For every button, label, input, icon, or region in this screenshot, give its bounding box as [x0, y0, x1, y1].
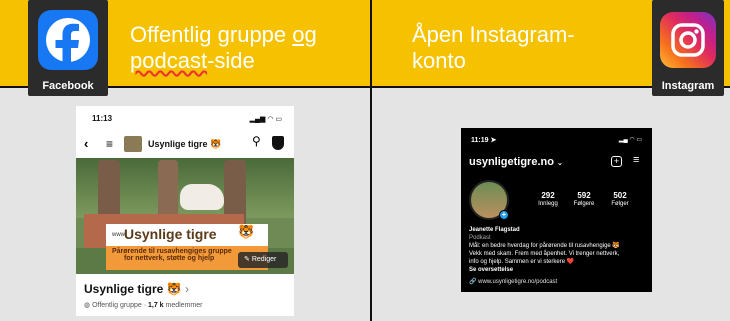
- left-title-line1: Offentlig gruppe: [130, 22, 293, 47]
- chevron-down-icon: ⌄: [557, 160, 563, 167]
- menu-icon[interactable]: ≡: [106, 137, 113, 151]
- ig-bio-line1: Mål: en bedre hverdag for pårørende til …: [469, 243, 620, 249]
- facebook-group-screenshot: 11:13 ▂▄▆ ◠ ▭ ‹ ≡ Usynlige tigre 🐯 ⚲ www…: [76, 106, 294, 316]
- edit-button[interactable]: ✎ Rediger: [238, 252, 288, 268]
- ig-link-text: www.usynligetigre.no/podcast: [478, 279, 558, 285]
- back-icon[interactable]: ‹: [84, 136, 88, 151]
- ig-display-name: Jeanette Flagstad: [469, 227, 520, 233]
- ig-username-text: usynligetigre.no: [469, 156, 554, 168]
- ig-posts-count: 292: [541, 191, 555, 200]
- instagram-app-tile: Instagram: [652, 0, 724, 96]
- facebook-icon: [38, 10, 98, 70]
- chevron-right-icon: ›: [184, 282, 189, 296]
- instagram-icon: [660, 12, 716, 68]
- ig-following-count: 502: [613, 191, 627, 200]
- ig-category: Podkast: [469, 235, 491, 241]
- ig-followers-count: 592: [577, 191, 591, 200]
- column-divider: [370, 0, 372, 321]
- ig-stat-following[interactable]: 502 Følger: [605, 191, 635, 208]
- ig-followers-label: Følgere: [573, 201, 595, 207]
- ig-status-icons: ▂▄ ◠ ▭: [618, 137, 642, 143]
- members-count: 1,7 k: [147, 302, 164, 309]
- ig-bio-line2: Vekk med skam. Frem med åpenhet. Vi tren…: [469, 251, 620, 257]
- location-arrow-icon: ➤: [490, 137, 497, 144]
- ig-stat-posts[interactable]: 292 Innlegg: [533, 191, 563, 208]
- members-label: medlemmer: [163, 302, 203, 309]
- instagram-profile-screenshot: 11:19 ➤ ▂▄ ◠ ▭ usynligetigre.no ⌄ + ≡ + …: [461, 128, 652, 292]
- slide: Facebook Offentlig gruppe og podcast-sid…: [0, 0, 730, 321]
- right-title-line1: Åpen Instagram-: [412, 22, 575, 47]
- ig-link[interactable]: 🔗 www.usynligetigre.no/podcast: [469, 278, 557, 285]
- shield-icon[interactable]: [272, 136, 284, 150]
- ig-status-time: 11:19 ➤: [471, 136, 496, 144]
- tiger-icon: 🐯: [238, 224, 255, 239]
- left-title-rest: -side: [207, 48, 255, 73]
- facebook-app-tile: Facebook: [28, 0, 108, 96]
- right-title-line2: konto: [412, 48, 466, 73]
- ig-bio-line3: info og hjelp. Sammen er vi sterkere ❤️: [469, 259, 575, 265]
- fb-header-group-name: Usynlige tigre 🐯: [148, 139, 222, 149]
- white-tiger: [180, 184, 224, 210]
- fb-status-time: 11:13: [92, 114, 113, 123]
- ig-stat-followers[interactable]: 592 Følgere: [569, 191, 599, 208]
- ig-following-label: Følger: [611, 201, 629, 207]
- add-story-icon[interactable]: +: [499, 210, 509, 220]
- left-title: Offentlig gruppe og podcast-side: [130, 22, 317, 74]
- ig-posts-label: Innlegg: [538, 201, 558, 207]
- globe-icon: ◍: [84, 302, 91, 309]
- left-title-podcast: podcast: [130, 48, 208, 73]
- ig-bio: Jeanette Flagstad Podkast Mål: en bedre …: [469, 226, 649, 274]
- edit-button-label: Rediger: [251, 256, 277, 263]
- ig-see-translation[interactable]: Se oversettelse: [469, 266, 649, 274]
- menu-icon[interactable]: ≡: [633, 154, 639, 166]
- instagram-app-label: Instagram: [661, 80, 715, 92]
- left-title-underlined: og: [292, 22, 317, 47]
- group-avatar: [124, 136, 142, 152]
- ig-username[interactable]: usynligetigre.no ⌄: [469, 156, 563, 168]
- right-title: Åpen Instagram- konto: [412, 22, 575, 74]
- facebook-app-label: Facebook: [42, 80, 94, 92]
- fb-status-icons: ▂▄▆ ◠ ▭: [249, 116, 282, 123]
- group-title-text: Usynlige tigre 🐯: [84, 282, 182, 296]
- link-icon: 🔗: [469, 279, 477, 285]
- group-privacy: Offentlig gruppe: [92, 302, 142, 309]
- row-divider: [0, 86, 730, 88]
- search-icon[interactable]: ⚲: [252, 134, 261, 148]
- banner-title: Usynlige tigre: [124, 226, 217, 242]
- group-title[interactable]: Usynlige tigre 🐯 ›: [84, 282, 189, 296]
- add-post-icon[interactable]: +: [611, 156, 622, 167]
- group-meta: ◍ Offentlig gruppe · 1,7 k medlemmer: [84, 301, 202, 309]
- ig-time-text: 11:19: [471, 137, 489, 144]
